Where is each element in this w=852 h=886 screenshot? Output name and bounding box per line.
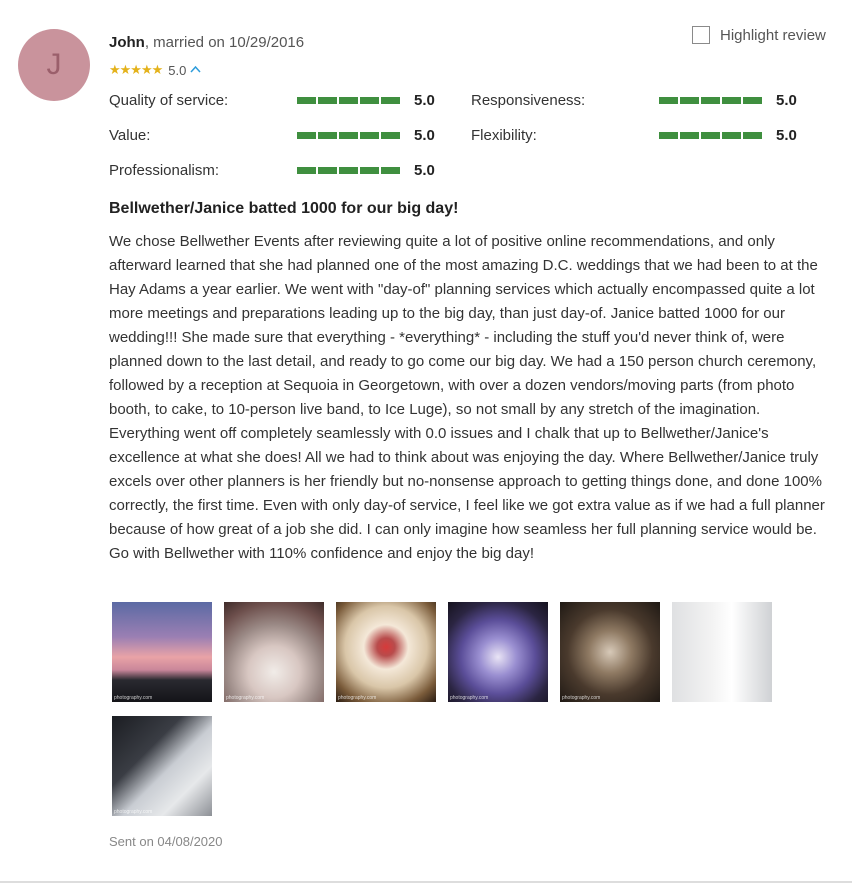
- rating-responsiveness: Responsiveness: 5.0: [471, 90, 797, 110]
- rating-professionalism: Professionalism: 5.0: [109, 160, 435, 180]
- author-name: John: [109, 34, 145, 51]
- rating-value: 5.0: [414, 126, 435, 144]
- rating-value: 5.0: [776, 126, 797, 144]
- sent-date: Sent on 04/08/2020: [109, 834, 223, 849]
- rating-label: Flexibility:: [471, 126, 537, 144]
- review-body: We chose Bellwether Events after reviewi…: [109, 233, 825, 562]
- rating-value-score: Value: 5.0: [109, 125, 435, 145]
- photo-thumbnail-church-ceremony[interactable]: photography.com: [560, 602, 660, 702]
- rating-bar: [297, 166, 413, 174]
- overall-rating: ★★★★★ 5.0: [109, 62, 201, 78]
- rating-value: 5.0: [776, 91, 797, 109]
- rating-label: Professionalism:: [109, 161, 220, 179]
- photo-credit: photography.com: [450, 695, 489, 701]
- photo-thumbnail-table-centerpiece[interactable]: photography.com: [336, 602, 436, 702]
- rating-bar: [659, 96, 775, 104]
- highlight-review-toggle[interactable]: Highlight review: [692, 26, 826, 44]
- rating-bar: [297, 131, 413, 139]
- photo-credit: photography.com: [562, 695, 601, 701]
- photo-credit: photography.com: [114, 695, 153, 701]
- rating-label: Responsiveness:: [471, 91, 586, 109]
- photo-thumbnail-ice-luge[interactable]: photography.com: [448, 602, 548, 702]
- photo-credit: photography.com: [114, 809, 153, 815]
- star-rating-icon: ★★★★★: [109, 62, 163, 77]
- review-card: J Highlight review John, married on 10/2…: [0, 0, 852, 886]
- rating-value: 5.0: [414, 161, 435, 179]
- rating-flexibility: Flexibility: 5.0: [471, 125, 797, 145]
- rating-quality-of-service: Quality of service: 5.0: [109, 90, 435, 110]
- rating-label: Value:: [109, 126, 151, 144]
- photo-thumbnail-wedding-cake[interactable]: [672, 602, 772, 702]
- review-title: Bellwether/Janice batted 1000 for our bi…: [109, 200, 459, 217]
- photo-credit: photography.com: [226, 695, 265, 701]
- divider: [0, 881, 852, 883]
- author-meta: , married on 10/29/2016: [144, 34, 305, 51]
- photo-credit: photography.com: [338, 695, 377, 701]
- photo-thumbnail-sunset-sky[interactable]: photography.com: [112, 602, 212, 702]
- rating-label: Quality of service:: [109, 91, 229, 109]
- avatar: J: [18, 29, 90, 101]
- rating-value: 5.0: [414, 91, 435, 109]
- rating-bar: [297, 96, 413, 104]
- highlight-checkbox[interactable]: [692, 26, 710, 44]
- review-author: John, married on 10/29/2016: [109, 34, 304, 51]
- rating-bar: [659, 131, 775, 139]
- avatar-initial: J: [46, 48, 62, 81]
- overall-rating-value: 5.0: [168, 62, 187, 78]
- chevron-up-icon[interactable]: [190, 64, 201, 76]
- photo-thumbnail-ice-luge-drink[interactable]: photography.com: [112, 716, 212, 816]
- highlight-review-label: Highlight review: [720, 26, 826, 44]
- photo-thumbnail-reception-hall[interactable]: photography.com: [224, 602, 324, 702]
